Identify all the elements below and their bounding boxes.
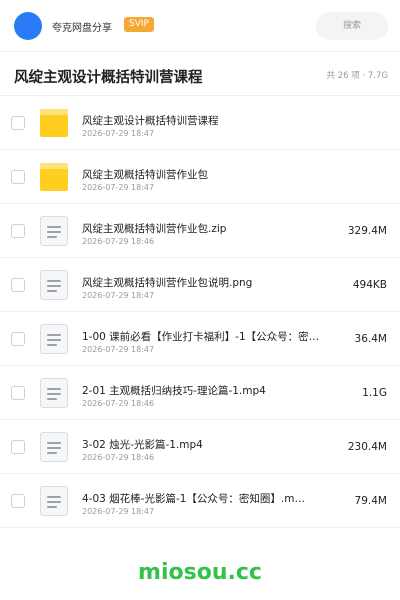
select-checkbox[interactable] [11, 386, 25, 400]
item-size: 230.4M [347, 441, 387, 453]
item-date: 2026-07-29 18:47 [82, 183, 155, 192]
folder-icon [38, 107, 70, 139]
item-name: 4-03 烟花棒-光影篇-1【公众号：密知圈】.m… [82, 493, 305, 505]
select-checkbox[interactable] [11, 440, 25, 454]
list-item[interactable]: 风绽主观概括特训营作业包说明.png 2026-07-29 18:47 494K… [0, 258, 400, 312]
select-checkbox[interactable] [11, 332, 25, 346]
item-date: 2026-07-29 18:46 [82, 237, 155, 246]
item-date: 2026-07-29 18:46 [82, 453, 155, 462]
avatar[interactable] [14, 12, 42, 40]
item-name: 风绽主观概括特训营作业包 [82, 169, 208, 181]
folder-icon [38, 161, 70, 193]
select-checkbox[interactable] [11, 494, 25, 508]
file-icon [38, 323, 70, 355]
item-name: 3-02 烛光-光影篇-1.mp4 [82, 439, 203, 451]
list-item[interactable]: 1-00 课前必看【作业打卡福利】-1【公众号：密… 2026-07-29 18… [0, 312, 400, 366]
total-size: 7.7G [367, 71, 388, 81]
item-date: 2026-07-29 18:46 [82, 399, 155, 408]
item-size: 494KB [352, 279, 387, 291]
item-name: 2-01 主观概括归纳技巧-理论篇-1.mp4 [82, 385, 266, 397]
item-date: 2026-07-29 18:47 [82, 507, 155, 516]
list-item[interactable]: 3-02 烛光-光影篇-1.mp4 2026-07-29 18:46 230.4… [0, 420, 400, 474]
select-checkbox[interactable] [11, 278, 25, 292]
file-icon [38, 269, 70, 301]
list-item[interactable]: 风绽主观概括特训营作业包.zip 2026-07-29 18:46 329.4M [0, 204, 400, 258]
select-checkbox[interactable] [11, 224, 25, 238]
item-date: 2026-07-29 18:47 [82, 345, 155, 354]
svip-badge: SVIP [124, 17, 154, 32]
select-checkbox[interactable] [11, 116, 25, 130]
item-size: 1.1G [362, 387, 387, 399]
item-date: 2026-07-29 18:47 [82, 129, 155, 138]
select-checkbox[interactable] [11, 170, 25, 184]
list-item[interactable]: 4-03 烟花棒-光影篇-1【公众号：密知圈】.m… 2026-07-29 18… [0, 474, 400, 528]
folder-summary: 共 26 项 · 7.7G [327, 69, 388, 81]
file-icon [38, 215, 70, 247]
page-title: 风绽主观设计概括特训营课程 [14, 70, 203, 86]
folder-title-bar: 风绽主观设计概括特训营课程 共 26 项 · 7.7G [0, 52, 400, 96]
file-icon [38, 431, 70, 463]
file-list: 风绽主观设计概括特训营课程 2026-07-29 18:47 风绽主观概括特训营… [0, 96, 400, 528]
item-size: 329.4M [347, 225, 387, 237]
item-name: 风绽主观设计概括特训营课程 [82, 115, 219, 127]
site-watermark: miosou.cc [138, 560, 262, 585]
list-item[interactable]: 风绽主观设计概括特训营课程 2026-07-29 18:47 [0, 96, 400, 150]
item-count: 共 26 项 [326, 71, 360, 81]
file-icon [38, 377, 70, 409]
share-header: 夸克网盘分享 SVIP 搜索 [0, 0, 400, 52]
search-button[interactable]: 搜索 [316, 12, 388, 40]
item-name: 风绽主观概括特训营作业包.zip [82, 223, 227, 235]
list-item[interactable]: 2-01 主观概括归纳技巧-理论篇-1.mp4 2026-07-29 18:46… [0, 366, 400, 420]
file-icon [38, 485, 70, 517]
item-name: 1-00 课前必看【作业打卡福利】-1【公众号：密… [82, 331, 320, 343]
item-name: 风绽主观概括特训营作业包说明.png [82, 277, 253, 289]
share-owner-name: 夸克网盘分享 [52, 23, 112, 34]
summary-separator: · [362, 71, 366, 81]
item-date: 2026-07-29 18:47 [82, 291, 155, 300]
item-size: 36.4M [354, 333, 387, 345]
item-size: 79.4M [354, 495, 387, 507]
list-item[interactable]: 风绽主观概括特训营作业包 2026-07-29 18:47 [0, 150, 400, 204]
